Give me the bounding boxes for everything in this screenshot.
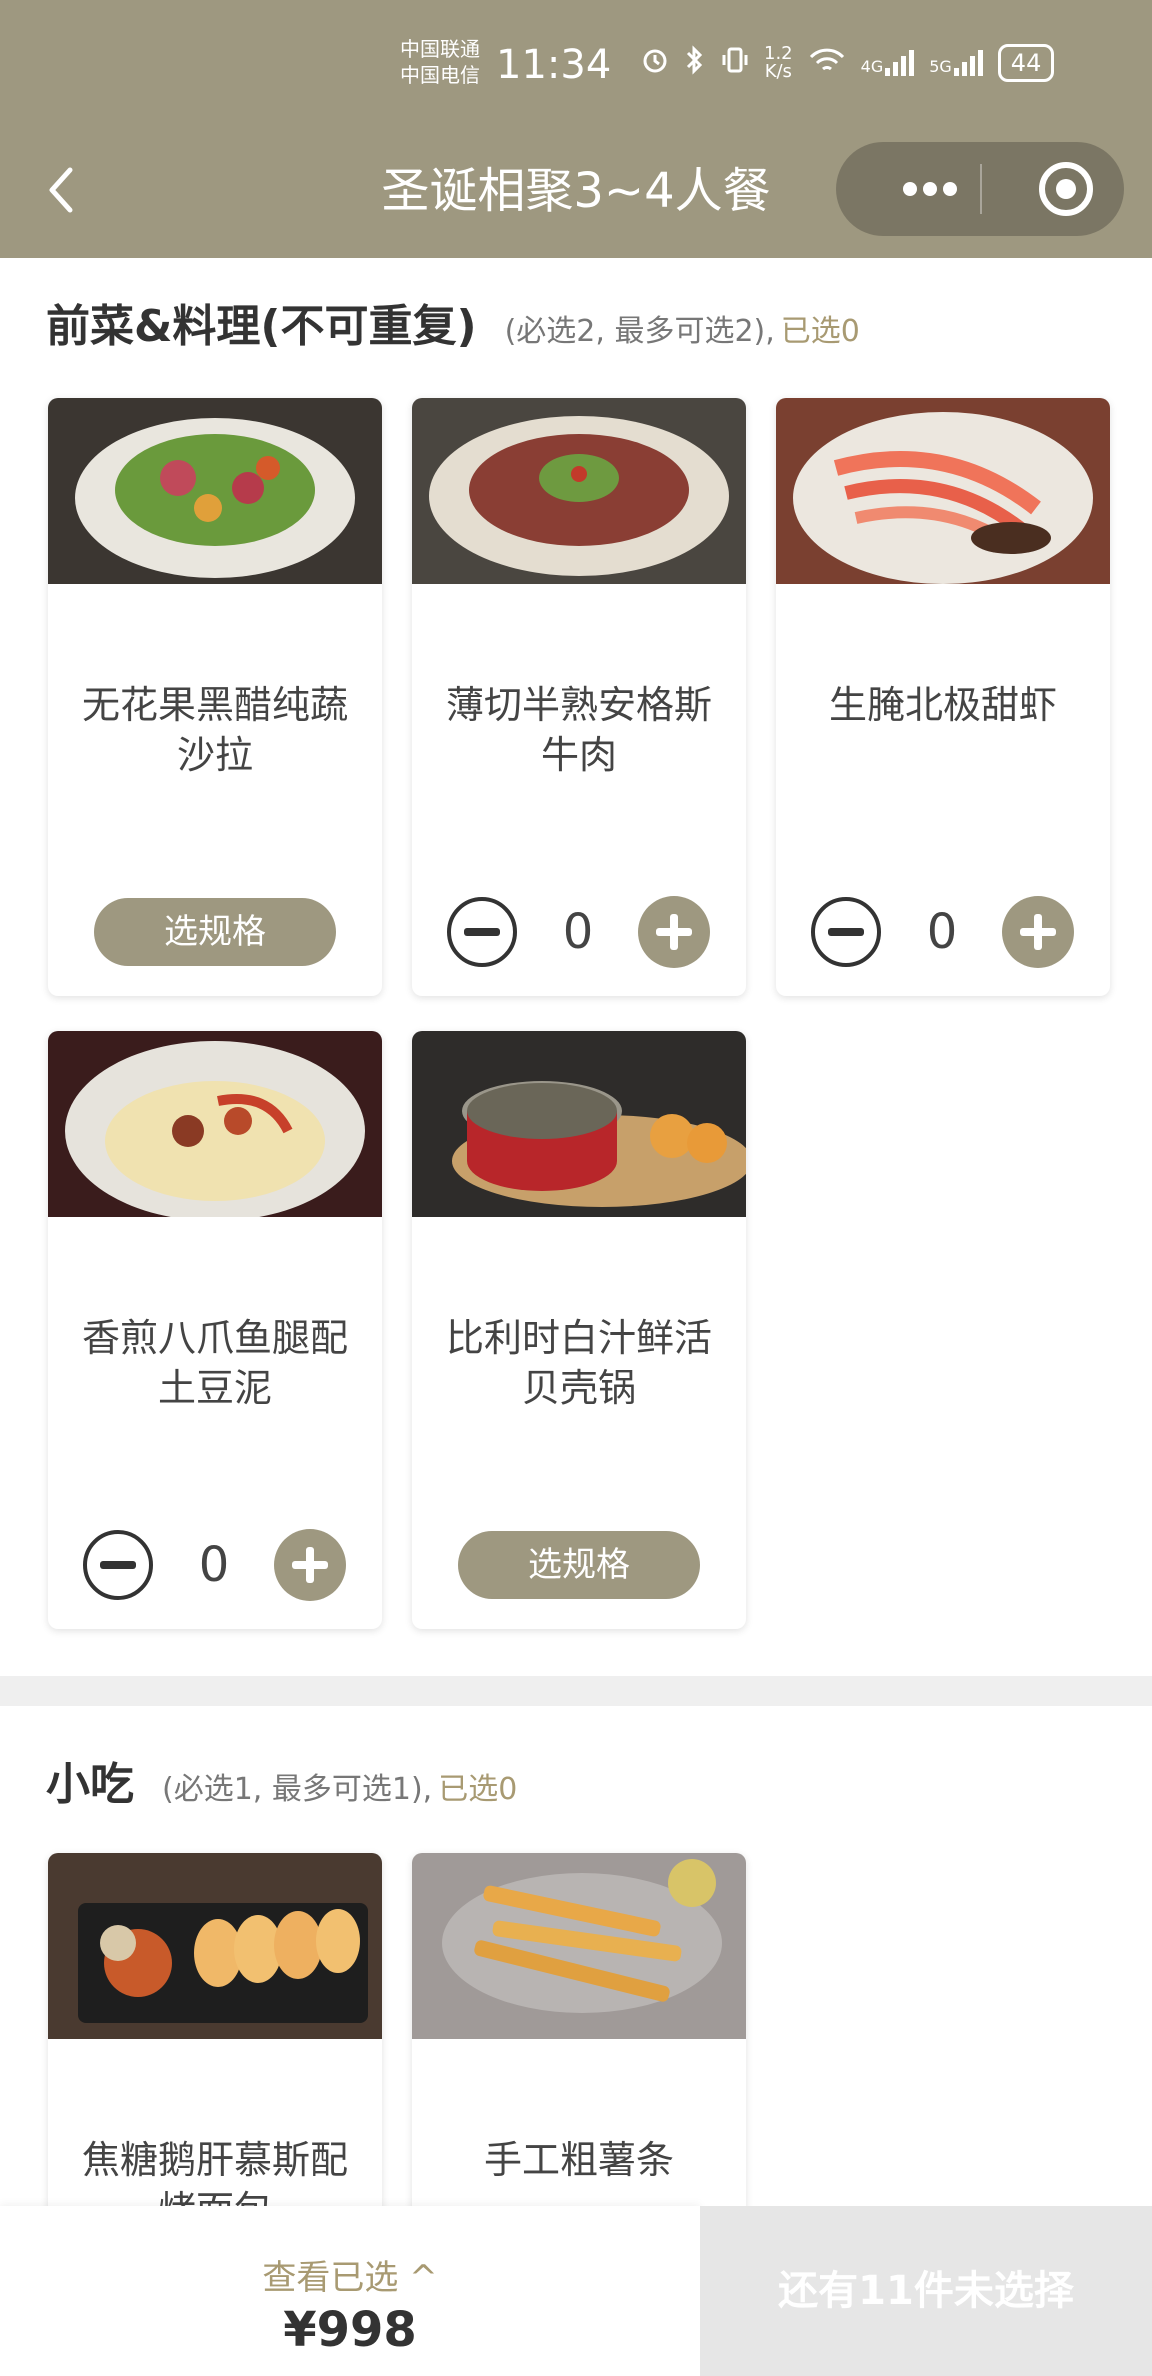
dish-name: 比利时白汁鲜活贝壳锅	[445, 1316, 712, 1410]
select-spec-button[interactable]: 选规格	[458, 1531, 700, 1599]
dish-image-sweet-shrimp	[776, 398, 1110, 584]
status-bar: 中国联通 中国电信 11:34 1.2 K/s 4G 5G 44	[0, 0, 1152, 130]
wifi-icon	[807, 45, 847, 82]
dish-card[interactable]: 生腌北极甜虾 0	[776, 398, 1110, 996]
quantity-stepper: 0	[776, 896, 1110, 968]
battery-icon: 44	[997, 44, 1055, 82]
cart-summary[interactable]: 查看已选 ^ ¥998	[0, 2206, 700, 2376]
carrier-labels: 中国联通 中国电信	[400, 36, 480, 88]
signal-5g-icon: 5G	[929, 50, 984, 76]
signal-5g-label: 5G	[929, 57, 952, 76]
quantity-value: 0	[926, 904, 958, 960]
section-selected-count: 已选0	[438, 1772, 518, 1807]
dish-name: 手工粗薯条	[483, 2138, 674, 2182]
dish-image-foie-gras	[48, 1853, 382, 2039]
more-button[interactable]	[880, 142, 980, 236]
section-header-snacks: 小吃 (必选1, 最多可选1), 已选0	[46, 1748, 517, 1812]
dish-card[interactable]: 香煎八爪鱼腿配土豆泥 0	[48, 1031, 382, 1629]
clock: 11:34	[496, 42, 612, 88]
dish-card[interactable]: 无花果黑醋纯蔬沙拉 选规格	[48, 398, 382, 996]
section-selected-count: 已选0	[780, 314, 860, 349]
network-speed: 1.2 K/s	[764, 45, 793, 81]
close-miniprogram-button[interactable]	[1026, 142, 1106, 236]
view-selected-toggle[interactable]: 查看已选 ^	[0, 2250, 700, 2299]
target-circle-icon	[1039, 162, 1093, 216]
signal-4g-icon: 4G	[861, 50, 916, 76]
dish-image-octopus	[48, 1031, 382, 1221]
select-spec-button[interactable]: 选规格	[94, 898, 336, 966]
carrier-1: 中国联通	[400, 37, 480, 61]
bluetooth-icon	[684, 44, 706, 82]
section-title: 前菜&料理(不可重复)	[46, 301, 477, 352]
minus-icon[interactable]	[446, 896, 518, 968]
signal-4g-label: 4G	[860, 57, 884, 76]
alarm-icon	[640, 45, 670, 82]
dish-name: 生腌北极甜虾	[828, 683, 1057, 727]
quantity-stepper: 0	[48, 1529, 382, 1601]
status-icons: 1.2 K/s 4G 5G 44	[640, 44, 1055, 82]
dish-image-fries	[412, 1853, 746, 2039]
section-header-appetizers: 前菜&料理(不可重复) (必选2, 最多可选2), 已选0	[46, 290, 860, 354]
plus-icon[interactable]	[274, 1529, 346, 1601]
bottom-bar: 查看已选 ^ ¥998 还有11件未选择	[0, 2206, 1152, 2376]
quantity-value: 0	[562, 904, 594, 960]
minus-icon[interactable]	[810, 896, 882, 968]
dish-image-fig-salad	[48, 398, 382, 584]
dish-card[interactable]: 比利时白汁鲜活贝壳锅 选规格	[412, 1031, 746, 1629]
capsule-divider	[980, 164, 982, 214]
vibrate-icon	[720, 45, 750, 82]
plus-icon[interactable]	[1002, 896, 1074, 968]
section-rule: (必选2, 最多可选2),	[504, 314, 775, 349]
dish-card[interactable]: 薄切半熟安格斯牛肉 0	[412, 398, 746, 996]
network-speed-unit: K/s	[764, 61, 792, 82]
dish-image-beef-carpaccio	[412, 398, 746, 584]
dish-name: 香煎八爪鱼腿配土豆泥	[81, 1316, 348, 1410]
section-separator	[0, 1676, 1152, 1706]
plus-icon[interactable]	[638, 896, 710, 968]
section-rule: (必选1, 最多可选1),	[162, 1772, 433, 1807]
miniprogram-capsule	[836, 142, 1124, 236]
quantity-stepper: 0	[412, 896, 746, 968]
carrier-2: 中国电信	[400, 63, 480, 87]
quantity-value: 0	[198, 1537, 230, 1593]
total-price: ¥998	[283, 2302, 417, 2358]
dish-name: 薄切半熟安格斯牛肉	[445, 683, 712, 777]
section-title: 小吃	[46, 1759, 134, 1810]
dish-image-mussel-pot	[412, 1031, 746, 1217]
dish-name: 无花果黑醋纯蔬沙拉	[81, 683, 348, 777]
submit-button-disabled[interactable]: 还有11件未选择	[700, 2206, 1152, 2376]
top-bar: 中国联通 中国电信 11:34 1.2 K/s 4G 5G 44 圣诞相聚3~4…	[0, 0, 1152, 258]
more-dots-icon	[903, 182, 957, 196]
minus-icon[interactable]	[82, 1529, 154, 1601]
